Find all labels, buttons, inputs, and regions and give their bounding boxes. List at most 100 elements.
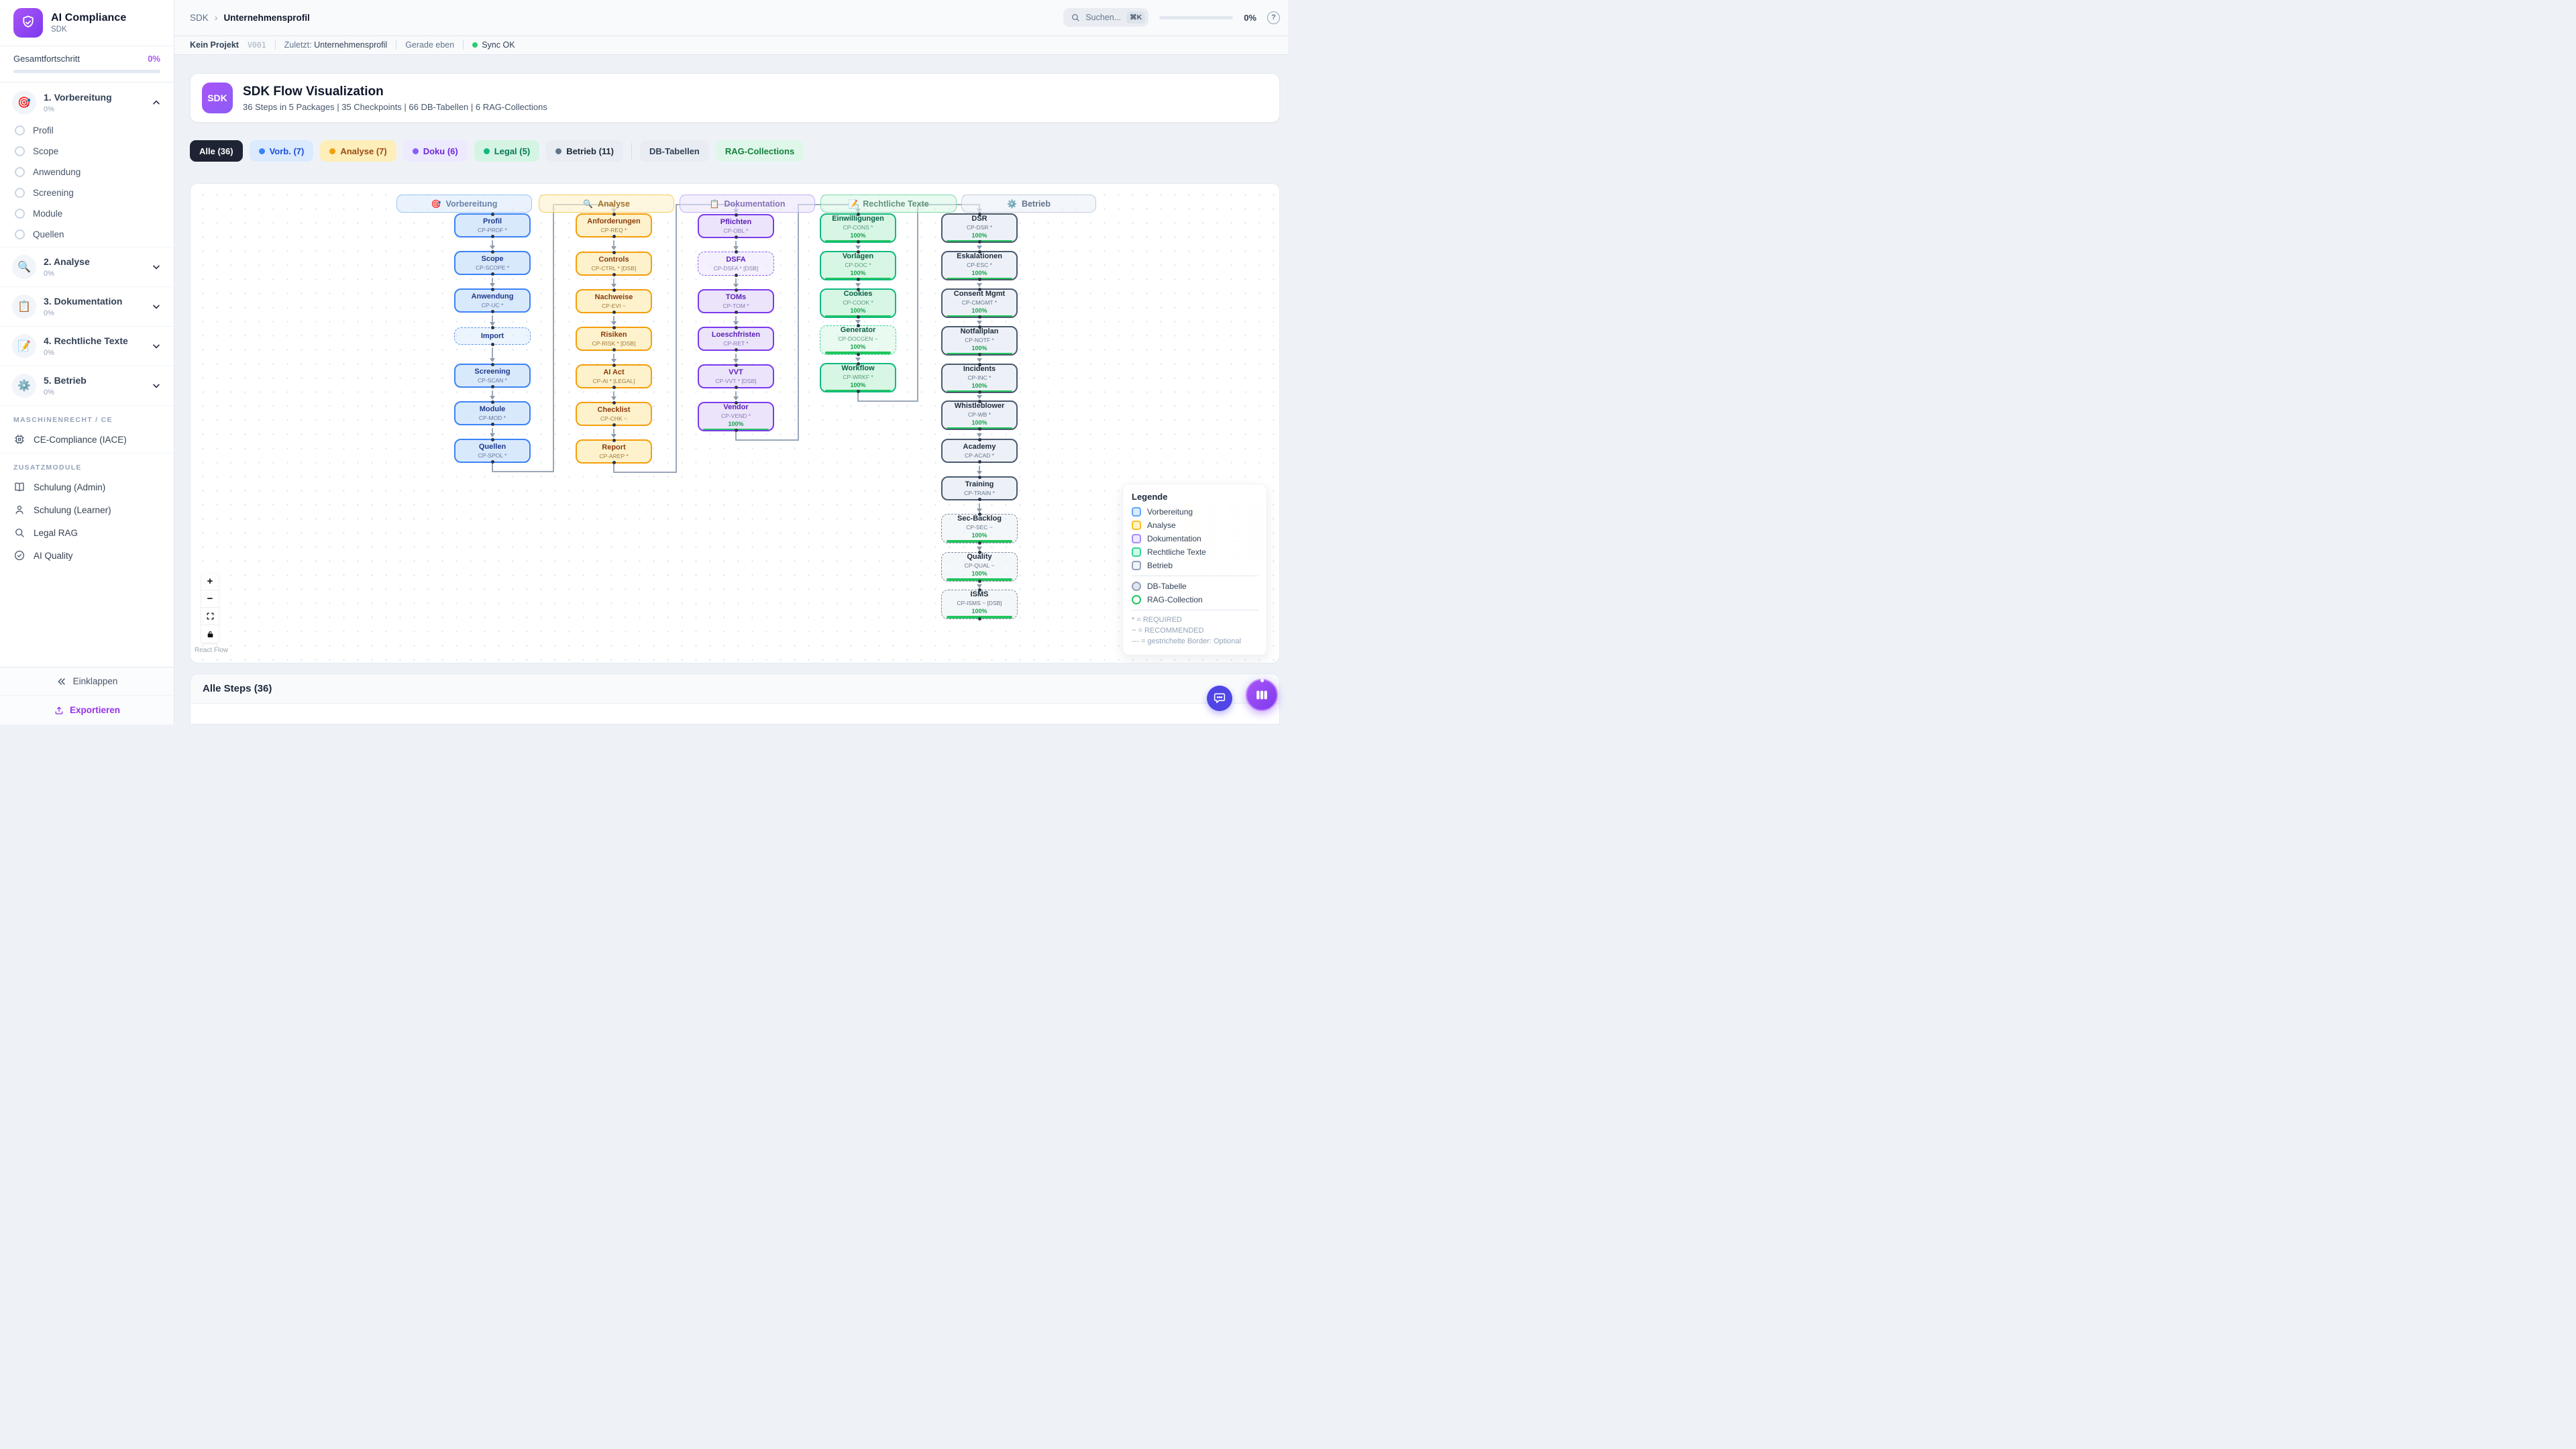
column-header-icon: 📝 [848,199,858,209]
step-status-circle [15,167,25,177]
sidebar-subitem-scope[interactable]: Scope [0,141,174,162]
main-area: SDK › Unternehmensprofil Suchen... ⌘K 0%… [174,0,1288,724]
legend-swatch-icon [1132,534,1141,543]
filter-dot-icon [484,148,490,154]
help-button[interactable]: ? [1267,11,1280,24]
fit-view-button[interactable] [201,608,219,625]
sidebar-item-rechtliche-texte[interactable]: 📝 4. Rechtliche Texte0% [0,329,174,364]
sidebar-item-betrieb[interactable]: ⚙️ 5. Betrieb0% [0,368,174,403]
flow-node-eskalationen[interactable]: EskalationenCP-ESC *100% [941,251,1018,280]
flow-node-anforderungen[interactable]: AnforderungenCP-REQ * [576,213,652,237]
sidebar-subitem-profil[interactable]: Profil [0,120,174,141]
zoom-out-button[interactable]: − [201,590,219,608]
flow-node-checklist[interactable]: ChecklistCP-CHK ~ [576,402,652,426]
flow-column-header-betrieb: ⚙️Betrieb [961,195,1096,213]
flow-node-incidents[interactable]: IncidentsCP-INC *100% [941,364,1018,393]
flow-node-loeschfristen[interactable]: LoeschfristenCP-RET * [698,327,774,351]
flow-node-workflow[interactable]: WorkflowCP-WRKF *100% [820,363,896,392]
flow-edge [735,278,737,284]
flow-node-consent-mgmt[interactable]: Consent MgmtCP-CMGMT *100% [941,288,1018,318]
sidebar-item-ce-compliance[interactable]: CE-Compliance (IACE) [0,428,174,451]
user-icon [13,504,25,516]
filter-pill[interactable]: Alle (36) [190,140,243,162]
flow-node-dsfa[interactable]: DSFACP-DSFA * [DSB] [698,252,774,276]
flow-node-import[interactable]: Import [454,327,531,345]
notification-dot [1260,679,1264,682]
flow-node-notfallplan[interactable]: NotfallplanCP-NOTF *100% [941,326,1018,356]
flow-edge [492,347,493,358]
status-bar: Kein Projekt V001 Zuletzt: Unternehmensp… [174,36,1288,55]
flow-edge-arrowhead [977,358,982,362]
flow-node-quality[interactable]: QualityCP-QUAL ~100% [941,552,1018,582]
flow-node-scope[interactable]: ScopeCP-SCOPE * [454,251,531,275]
filter-pill[interactable]: Legal (5) [474,140,539,162]
search-input[interactable]: Suchen... ⌘K [1063,8,1148,27]
steps-list-body [191,704,1279,724]
filter-pill-row: Alle (36) Vorb. (7) Analyse (7) Doku (6) Leg… [190,140,1280,162]
sidebar-subitem-module[interactable]: Module [0,203,174,224]
filter-pill[interactable]: Betrieb (11) [546,140,623,162]
gear-icon: ⚙️ [12,374,36,398]
flow-node-pflichten[interactable]: PflichtenCP-OBL * [698,214,774,238]
flow-node-training[interactable]: TrainingCP-TRAIN * [941,476,1018,500]
flow-canvas[interactable]: Legende VorbereitungAnalyseDokumentation… [190,183,1280,663]
chevron-down-icon [151,380,162,391]
filter-pill[interactable]: Vorb. (7) [250,140,314,162]
export-button[interactable]: Exportieren [0,696,174,724]
lock-button[interactable] [201,625,219,643]
flow-edge-arrowhead [490,283,495,287]
flow-node-ai-act[interactable]: AI ActCP-AI * [LEGAL] [576,364,652,388]
filter-pill[interactable]: RAG-Collections [716,140,804,162]
flow-node-module[interactable]: ModuleCP-MOD * [454,401,531,425]
panel-toggle-button[interactable] [1246,679,1278,711]
sidebar-subitem-anwendung[interactable]: Anwendung [0,162,174,182]
flow-edge [917,204,918,402]
flow-node-cookies[interactable]: CookiesCP-COOK *100% [820,288,896,318]
sidebar-item-ai-quality[interactable]: AI Quality [0,544,174,567]
flow-node-isms[interactable]: ISMSCP-ISMS ~ [DSB]100% [941,590,1018,619]
filter-pill[interactable]: DB-Tabellen [640,140,709,162]
sidebar-item-schulung-learner[interactable]: Schulung (Learner) [0,498,174,521]
flow-column-header-rechtliche-texte: 📝Rechtliche Texte [820,195,957,213]
zoom-in-button[interactable]: + [201,573,219,590]
overall-progress: Gesamtfortschritt 0% [0,46,174,83]
flow-node-academy[interactable]: AcademyCP-ACAD * [941,439,1018,463]
flow-node-risiken[interactable]: RisikenCP-RISK * [DSB] [576,327,652,351]
sidebar-subitem-quellen[interactable]: Quellen [0,224,174,245]
flow-node-anwendung[interactable]: AnwendungCP-UC * [454,288,531,313]
sidebar-item-dokumentation[interactable]: 📋 3. Dokumentation0% [0,289,174,324]
flow-node-profil[interactable]: ProfilCP-PROF * [454,213,531,237]
flow-node-einwilligungen[interactable]: EinwilligungenCP-CONS *100% [820,213,896,243]
flow-node-dsr[interactable]: DSRCP-DSR *100% [941,213,1018,243]
sidebar-item-legal-rag[interactable]: Legal RAG [0,521,174,544]
sidebar-item-vorbereitung[interactable]: 🎯 1. Vorbereitung 0% [0,85,174,120]
collapse-sidebar-button[interactable]: Einklappen [0,667,174,696]
sidebar-subitem-screening[interactable]: Screening [0,182,174,203]
filter-pill[interactable]: Doku (6) [403,140,468,162]
flow-node-report[interactable]: ReportCP-AREP * [576,439,652,464]
breadcrumb-separator: › [215,12,218,23]
flow-node-sec-backlog[interactable]: Sec-BacklogCP-SEC ~100% [941,514,1018,543]
flow-node-screening[interactable]: ScreeningCP-SCAN * [454,364,531,388]
flow-node-controls[interactable]: ControlsCP-CTRL * [DSB] [576,252,652,276]
flow-edge [613,391,614,396]
chat-button[interactable] [1207,686,1232,711]
search-shortcut-badge: ⌘K [1126,11,1145,23]
flow-column-header-analyse: 🔍Analyse [539,195,674,213]
node-progress-bar [947,353,1012,354]
flow-edge-arrowhead [855,283,861,287]
node-progress-bar [825,352,891,354]
sidebar-item-schulung-admin[interactable]: Schulung (Admin) [0,476,174,498]
flow-node-nachweise[interactable]: NachweiseCP-EVI ~ [576,289,652,313]
breadcrumb-sdk[interactable]: SDK [190,13,209,23]
flow-node-vvt[interactable]: VVTCP-VVT * [DSB] [698,364,774,388]
sidebar-item-analyse[interactable]: 🔍 2. Analyse0% [0,250,174,284]
legend-note: --- = gestrichelte Border: Optional [1132,637,1258,645]
filter-pill[interactable]: Analyse (7) [320,140,396,162]
flow-node-vorlagen[interactable]: VorlagenCP-DOC *100% [820,251,896,280]
flow-node-generator[interactable]: GeneratorCP-DOCGEN ~100% [820,325,896,355]
flow-node-toms[interactable]: TOMsCP-TOM * [698,289,774,313]
flow-node-quellen[interactable]: QuellenCP-SPOL * [454,439,531,463]
flow-node-whistleblower[interactable]: WhistleblowerCP-WB *100% [941,400,1018,430]
flow-node-vendor[interactable]: VendorCP-VEND *100% [698,402,774,431]
